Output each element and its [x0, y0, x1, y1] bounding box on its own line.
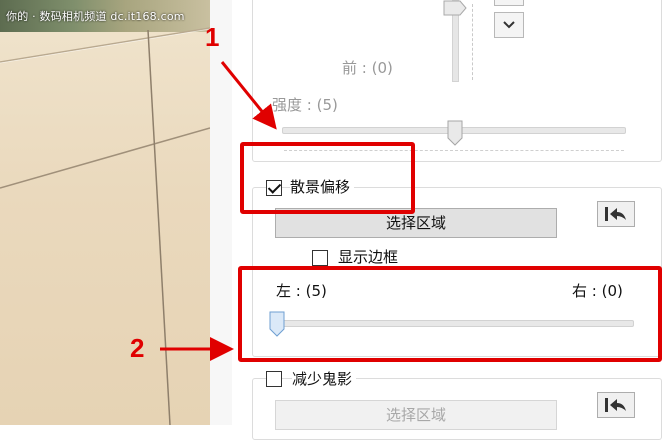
annotation-number-1: 1 — [205, 22, 220, 52]
bokeh-shift-checkbox[interactable] — [266, 180, 282, 196]
front-value-label: 前 : (0) — [342, 59, 393, 77]
ghosting-select-area-button[interactable]: 选择区域 — [275, 400, 557, 430]
bokeh-reset-button[interactable] — [597, 201, 635, 227]
annotation-number-2: 2 — [130, 333, 145, 363]
bokeh-shift-slider-thumb[interactable] — [269, 311, 285, 337]
vertical-slider-ticks — [472, 4, 477, 80]
photo-wall-lines — [0, 27, 210, 425]
panel-gap — [210, 0, 232, 425]
show-border-label: 显示边框 — [338, 248, 399, 266]
strength-label: 强度 : (5) — [272, 96, 338, 114]
spin-up-button[interactable] — [494, 0, 524, 6]
strength-ticks — [284, 150, 624, 155]
ghosting-reset-button[interactable] — [597, 392, 635, 418]
settings-panel: 前 : (0) 强度 : (5) 散景偏移 选择区域 显示边框 左 : (5) … — [232, 0, 670, 440]
bokeh-select-area-button[interactable]: 选择区域 — [275, 208, 557, 238]
left-value-label: 左 : (5) — [276, 282, 327, 300]
undo-arrow-icon — [605, 207, 626, 221]
right-value-label: 右 : (0) — [572, 282, 623, 300]
show-border-checkbox[interactable] — [312, 250, 328, 266]
bokeh-shift-slider-track[interactable] — [272, 320, 634, 327]
chevron-down-icon — [503, 21, 515, 29]
reduce-ghosting-label: 减少鬼影 — [292, 368, 357, 389]
reduce-ghosting-checkbox[interactable] — [266, 371, 282, 387]
strength-slider-thumb[interactable] — [447, 120, 463, 146]
bokeh-shift-label: 散景偏移 — [290, 176, 355, 197]
spin-down-button[interactable] — [494, 12, 524, 38]
undo-arrow-icon — [605, 398, 626, 412]
photo-preview: 你的 · 数码相机频道 dc.it168.com — [0, 0, 210, 425]
vertical-slider-thumb[interactable] — [443, 0, 467, 16]
